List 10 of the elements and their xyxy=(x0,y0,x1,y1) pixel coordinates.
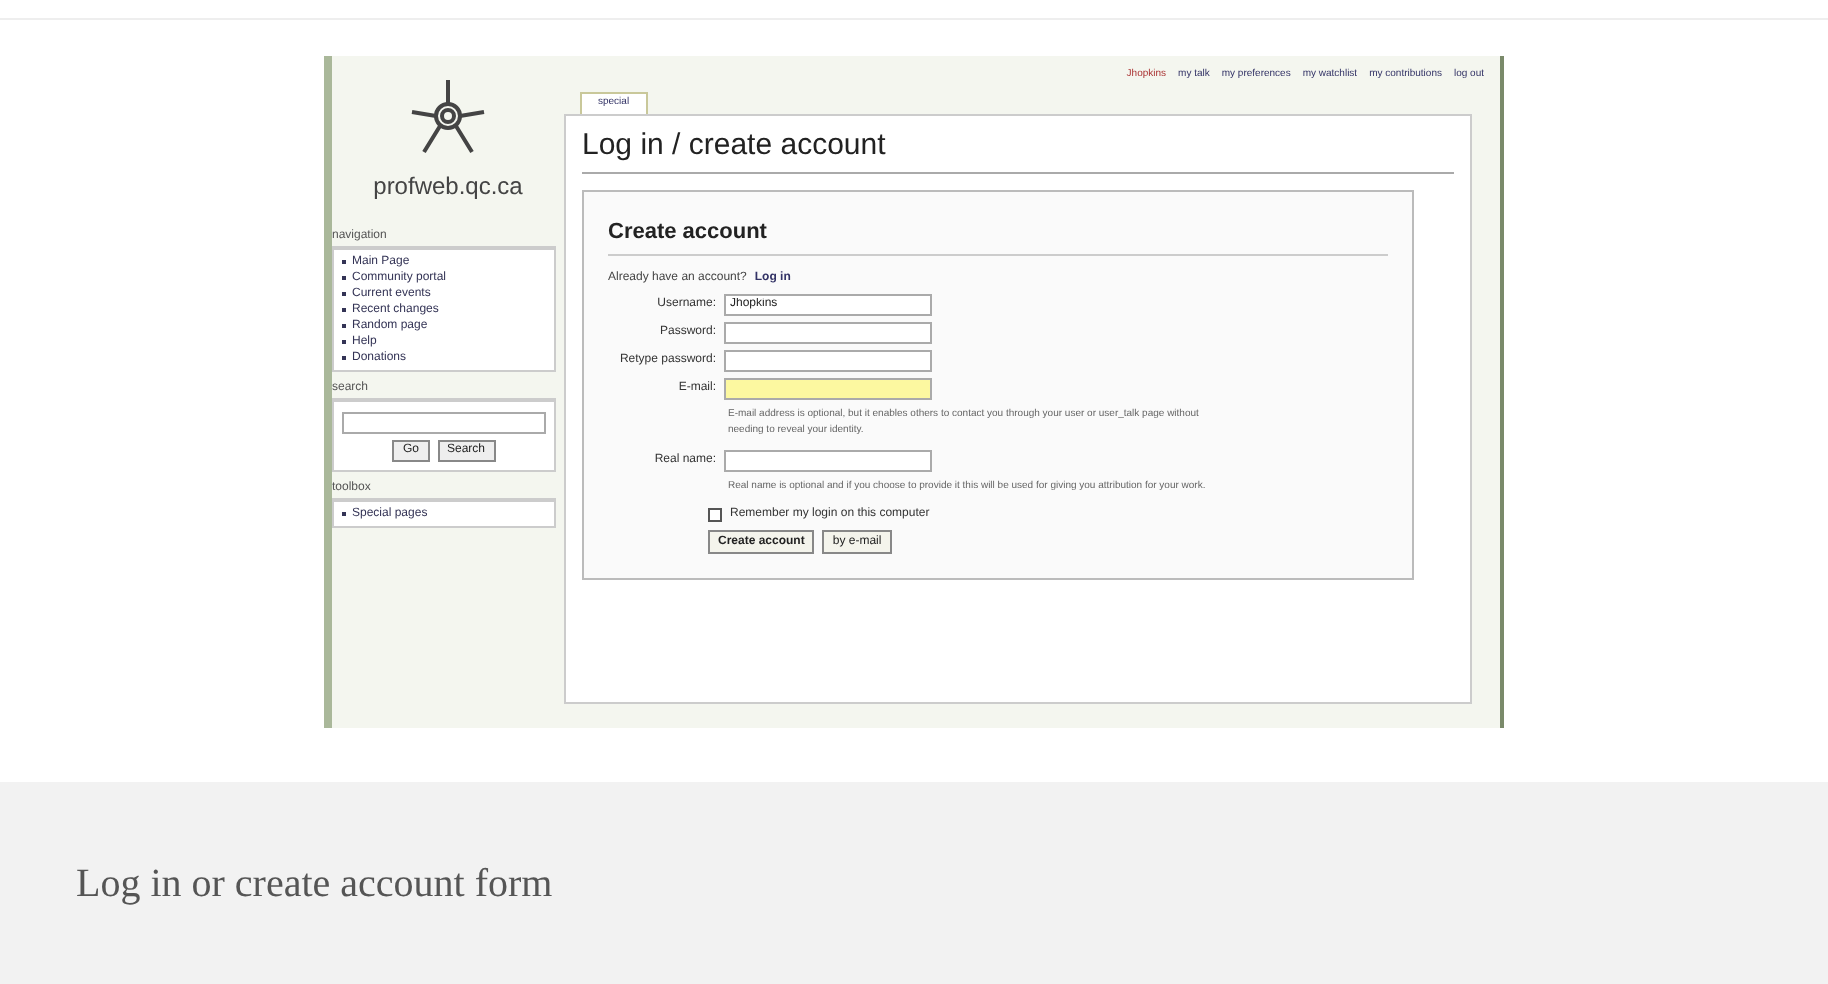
remember-checkbox[interactable] xyxy=(708,507,722,521)
caption: Log in or create account form xyxy=(76,859,553,909)
input-field[interactable] xyxy=(724,449,932,471)
page-title: Log in / create account xyxy=(582,123,1454,174)
input-field[interactable] xyxy=(724,349,932,371)
input-field[interactable] xyxy=(724,321,932,343)
search-field[interactable] xyxy=(342,412,546,434)
input-field[interactable] xyxy=(724,377,932,399)
form-heading: Create account xyxy=(608,216,1388,255)
site-name: profweb.qc.ca xyxy=(371,170,525,204)
